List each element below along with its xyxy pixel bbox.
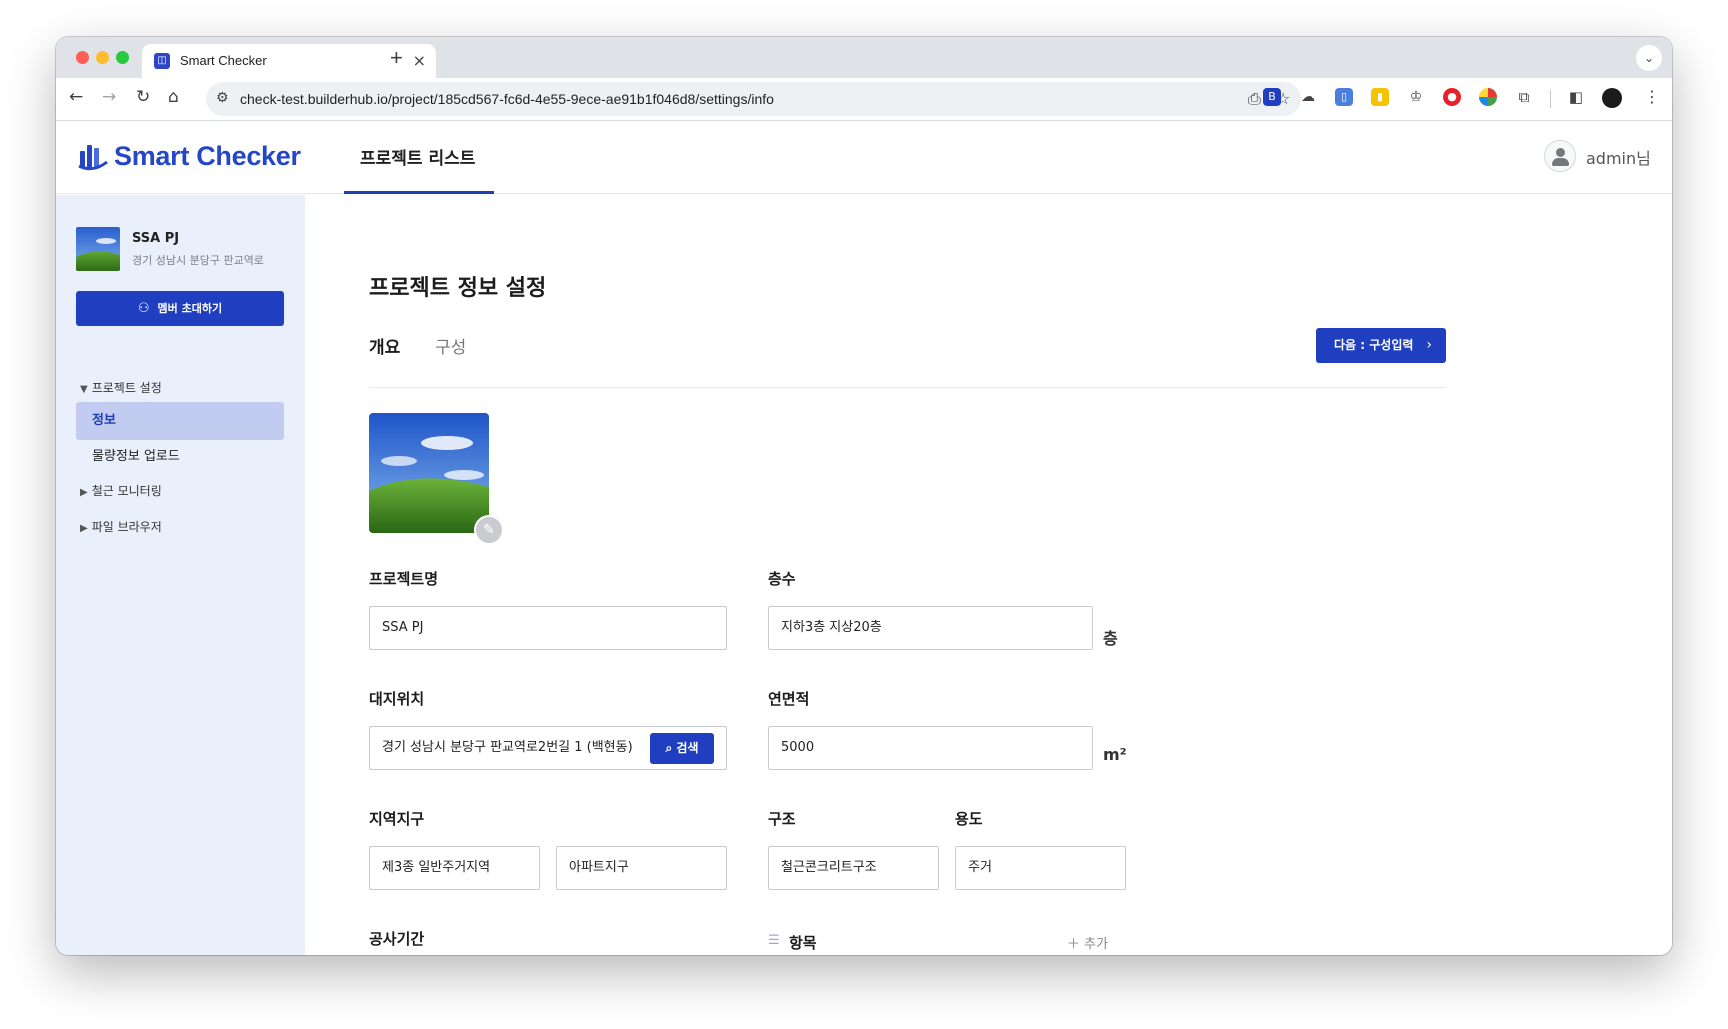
extension-builderhub-icon[interactable]: B	[1263, 88, 1281, 106]
sidebar-group-project-settings[interactable]: ▼ 프로젝트 설정	[80, 379, 162, 396]
search-icon: ⌕	[665, 741, 673, 755]
minimize-window-button[interactable]	[96, 51, 109, 64]
user-group-icon: ⚇	[137, 301, 150, 316]
tab-project-list-label: 프로젝트 리스트	[360, 149, 476, 169]
url-text[interactable]: check-test.builderhub.io/project/185cd56…	[240, 91, 774, 107]
plus-icon: ＋	[1067, 937, 1081, 952]
edit-image-pencil-icon[interactable]: ✎	[474, 515, 504, 545]
user-avatar-icon[interactable]	[1544, 140, 1576, 172]
invite-member-label: 멤버 초대하기	[157, 302, 223, 315]
close-window-button[interactable]	[76, 51, 89, 64]
tab-project-list[interactable]: 프로젝트 리스트	[344, 122, 494, 194]
tab-title: Smart Checker	[180, 53, 267, 68]
browser-menu-icon[interactable]: ⋮	[1644, 87, 1660, 106]
add-item-label: 추가	[1084, 937, 1109, 952]
extensions-puzzle-icon[interactable]: ⧉	[1515, 88, 1533, 106]
extension-block-icon[interactable]: ●	[1443, 88, 1461, 106]
sidebar-group-label: 프로젝트 설정	[91, 381, 162, 395]
sidebar: SSA PJ 경기 성남시 분당구 판교역로 ⚇ 멤버 초대하기 ▼ 프로젝트 설정…	[56, 195, 305, 955]
next-composition-button[interactable]: 다음 : 구성입력 ›	[1316, 328, 1446, 363]
floors-field[interactable]: 지하3층 지상20층	[768, 606, 1093, 650]
structure-field[interactable]: 철근콘크리트구조	[768, 846, 939, 890]
next-button-label: 다음 : 구성입력	[1334, 338, 1414, 352]
zoning-field-2[interactable]: 아파트지구	[556, 846, 727, 890]
floors-unit: 층	[1103, 629, 1118, 648]
expanded-triangle-icon: ▼	[80, 384, 88, 395]
invite-member-button[interactable]: ⚇ 멤버 초대하기	[76, 291, 284, 326]
tab-composition[interactable]: 구성	[435, 333, 466, 358]
side-panel-icon[interactable]: ◧	[1567, 88, 1585, 106]
tab-divider	[369, 387, 1446, 388]
project-name-label: 프로젝트명	[369, 570, 439, 588]
usage-label: 용도	[955, 810, 983, 828]
extension-clipboard-icon[interactable]: ▯	[1335, 88, 1353, 106]
collapsed-triangle-icon: ▶	[80, 487, 88, 498]
app-header: Smart Checker 프로젝트 리스트 admin님	[56, 122, 1672, 194]
project-image[interactable]	[369, 413, 489, 533]
zoning-label: 지역지구	[369, 810, 425, 828]
page-title: 프로젝트 정보 설정	[369, 276, 547, 301]
floors-label: 층수	[768, 570, 796, 588]
logo-mark-icon	[78, 145, 108, 171]
structure-label: 구조	[768, 810, 796, 828]
profile-avatar[interactable]	[1602, 88, 1622, 108]
smart-checker-favicon-icon: ◫	[154, 53, 170, 69]
project-name-field[interactable]: SSA PJ	[369, 606, 727, 650]
forward-arrow-icon[interactable]: →	[102, 87, 116, 107]
add-item-button[interactable]: ＋ 추가	[1067, 933, 1108, 952]
toolbar-divider	[1550, 90, 1551, 108]
tab-close-icon[interactable]: ×	[413, 51, 426, 70]
maximize-window-button[interactable]	[116, 51, 129, 64]
extension-note-icon[interactable]: ▮	[1371, 88, 1389, 106]
sidebar-group-rebar-monitoring[interactable]: ▶ 철근 모니터링	[80, 482, 162, 499]
construction-period-label: 공사기간	[369, 930, 425, 948]
extension-color-icon[interactable]	[1479, 88, 1497, 106]
sidebar-group-label: 파일 브라우저	[91, 520, 162, 534]
total-area-field[interactable]: 5000	[768, 726, 1093, 770]
sidebar-item-label: 물량정보 업로드	[92, 449, 180, 464]
address-search-label: 검색	[676, 741, 699, 755]
main-content: 프로젝트 정보 설정 개요 구성 다음 : 구성입력 › ✎ 프로젝트명 SSA…	[305, 195, 1672, 955]
back-arrow-icon[interactable]: ←	[69, 87, 83, 107]
browser-window: ◫ Smart Checker × + ⌄ ← → ↻ ⌂ ⚙ check-te…	[56, 37, 1672, 955]
list-icon: ☰	[768, 933, 780, 948]
zoning-field-1[interactable]: 제3종 일반주거지역	[369, 846, 540, 890]
extension-crown-icon[interactable]: ♔	[1407, 88, 1425, 106]
reload-icon[interactable]: ↻	[136, 87, 150, 107]
user-name[interactable]: admin님	[1586, 145, 1651, 169]
new-tab-button[interactable]: +	[390, 45, 403, 71]
usage-field[interactable]: 주거	[955, 846, 1126, 890]
site-location-value[interactable]: 경기 성남시 분당구 판교역로2번길 1 (백현동)	[382, 727, 644, 769]
home-icon[interactable]: ⌂	[168, 87, 179, 107]
project-thumbnail	[76, 227, 120, 271]
project-address: 경기 성남시 분당구 판교역로	[132, 254, 264, 267]
extension-cloud-icon[interactable]: ☁	[1299, 88, 1317, 106]
sidebar-item-label: 정보	[92, 413, 116, 428]
tab-strip: ◫ Smart Checker × + ⌄	[56, 37, 1672, 78]
address-search-button[interactable]: ⌕ 검색	[650, 733, 714, 764]
site-location-field[interactable]: 경기 성남시 분당구 판교역로2번길 1 (백현동) ⌕ 검색	[369, 726, 727, 770]
sidebar-group-label: 철근 모니터링	[91, 484, 162, 498]
sidebar-item-quantity-upload[interactable]: 물량정보 업로드	[76, 438, 284, 476]
tab-search-chevron-icon[interactable]: ⌄	[1636, 45, 1662, 71]
total-area-label: 연면적	[768, 690, 810, 708]
sidebar-item-info[interactable]: 정보	[76, 402, 284, 440]
site-location-label: 대지위치	[369, 690, 425, 708]
chevron-right-icon: ›	[1426, 337, 1432, 353]
sidebar-group-file-browser[interactable]: ▶ 파일 브라우저	[80, 518, 162, 535]
browser-toolbar: ← → ↻ ⌂ ⚙ check-test.builderhub.io/proje…	[56, 78, 1672, 121]
total-area-unit: m²	[1103, 745, 1127, 764]
tab-overview[interactable]: 개요	[369, 333, 400, 358]
collapsed-triangle-icon: ▶	[80, 523, 88, 534]
logo-text: Smart Checker	[114, 141, 301, 171]
items-label: 항목	[789, 934, 817, 952]
address-bar[interactable]: ⚙ check-test.builderhub.io/project/185cd…	[206, 82, 1301, 116]
site-info-icon[interactable]: ⚙	[216, 90, 229, 106]
project-name: SSA PJ	[132, 231, 180, 246]
install-app-icon[interactable]: ⎙	[1248, 89, 1261, 109]
